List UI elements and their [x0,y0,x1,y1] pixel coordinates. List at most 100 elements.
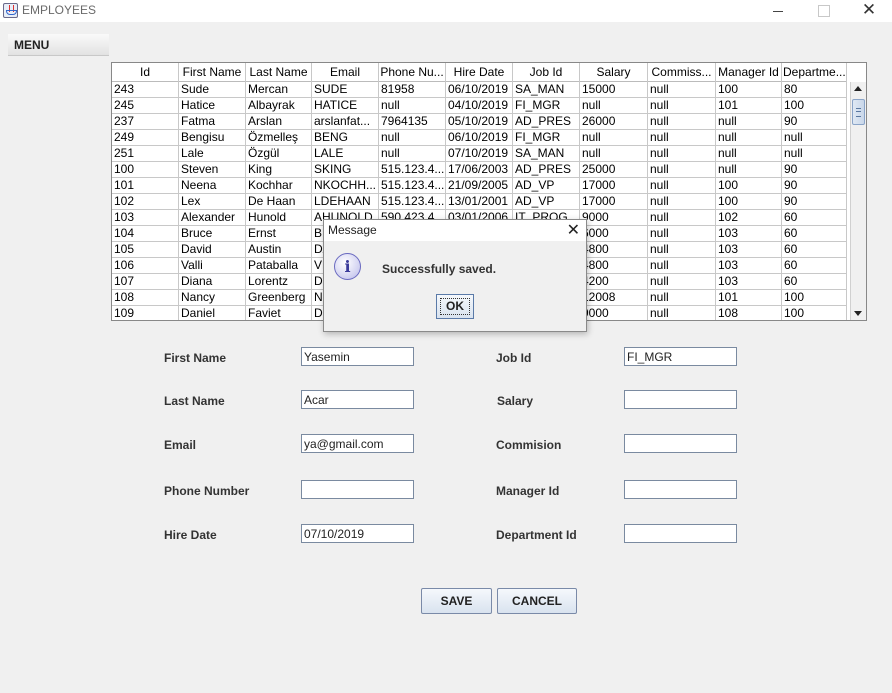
column-header[interactable]: First Name [179,63,246,82]
table-cell: 4800 [580,242,648,258]
email-field[interactable] [301,434,414,453]
table-cell: arslanfat... [312,114,379,130]
save-button[interactable]: SAVE [421,588,492,614]
column-header[interactable]: Last Name [246,63,312,82]
table-cell: 6000 [580,226,648,242]
commision-field[interactable] [624,434,737,453]
table-cell: 243 [112,82,179,98]
table-cell: 90 [782,162,847,178]
scroll-up-icon[interactable] [851,82,866,97]
table-cell: null [379,146,446,162]
department-id-field[interactable] [624,524,737,543]
column-header[interactable]: Hire Date [446,63,513,82]
close-icon[interactable]: ✕ [846,0,892,22]
column-header[interactable]: Manager Id [716,63,782,82]
table-row[interactable]: 101 Neena Kochhar NKOCHH... 515.123.4... 21/0… [112,178,847,194]
table-cell: 102 [716,210,782,226]
manager-id-field[interactable] [624,480,737,499]
table-cell: Hunold [246,210,312,226]
table-row[interactable]: 251 Lale Özgül LALE null 07/10/2019 SA_MAN null… [112,146,847,162]
table-scrollbar[interactable] [850,82,866,320]
column-header[interactable]: Salary [580,63,648,82]
salary-field[interactable] [624,390,737,409]
table-cell: David [179,242,246,258]
table-cell: Steven [179,162,246,178]
table-cell: 7964135 [379,114,446,130]
table-row[interactable]: 100 Steven King SKING 515.123.4... 17/06/2003… [112,162,847,178]
table-cell: 103 [716,242,782,258]
table-cell: De Haan [246,194,312,210]
dialog-title: Message [328,223,377,237]
table-cell: 100 [716,194,782,210]
table-cell: null [580,130,648,146]
phone-number-field[interactable] [301,480,414,499]
table-cell: null [648,258,716,274]
table-cell: AD_VP [513,178,580,194]
job-id-field[interactable] [624,347,737,366]
table-cell: 4800 [580,258,648,274]
cancel-button[interactable]: CANCEL [497,588,577,614]
table-cell: 90 [782,114,847,130]
first-name-label: First Name [164,351,227,365]
ok-button[interactable]: OK [436,294,474,319]
table-cell: Kochhar [246,178,312,194]
table-cell: Bruce [179,226,246,242]
table-cell: null [379,98,446,114]
table-cell: 108 [716,306,782,320]
table-row[interactable]: 243 Sude Mercan SUDE 81958 06/10/2019 SA_MAN 15… [112,82,847,98]
table-cell: 15000 [580,82,648,98]
table-cell: 100 [716,82,782,98]
table-cell: null [648,210,716,226]
table-cell: null [782,146,847,162]
menu-button[interactable]: MENU [8,34,109,56]
commision-label: Commision [496,438,562,452]
table-cell: 60 [782,274,847,290]
info-icon: i [334,253,361,280]
scroll-thumb[interactable] [852,99,865,125]
table-cell: 107 [112,274,179,290]
table-row[interactable]: 237 Fatma Arslan arslanfat... 7964135 05/10/2… [112,114,847,130]
table-cell: 17/06/2003 [446,162,513,178]
table-row[interactable]: 249 Bengisu Özmelleş BENG null 06/10/2019 FI_M… [112,130,847,146]
last-name-field[interactable] [301,390,414,409]
table-cell: 13/01/2001 [446,194,513,210]
first-name-field[interactable] [301,347,414,366]
dialog-close-icon[interactable]: ✕ [567,220,580,240]
table-cell: Daniel [179,306,246,320]
maximize-icon[interactable] [800,0,846,22]
column-header[interactable]: Id [112,63,179,82]
table-cell: SUDE [312,82,379,98]
table-cell: Nancy [179,290,246,306]
table-cell: Diana [179,274,246,290]
table-cell: null [648,242,716,258]
table-cell: Ernst [246,226,312,242]
table-row[interactable]: 102 Lex De Haan LDEHAAN 515.123.4... 13/01/20… [112,194,847,210]
table-cell: 12008 [580,290,648,306]
scroll-down-icon[interactable] [851,306,866,320]
hire-date-field[interactable] [301,524,414,543]
table-cell: 90 [782,178,847,194]
table-cell: Faviet [246,306,312,320]
salary-label: Salary [497,394,534,408]
column-header[interactable]: Phone Nu... [379,63,446,82]
window-title: EMPLOYEES [22,3,97,17]
table-cell: 101 [716,290,782,306]
column-header[interactable]: Commiss... [648,63,716,82]
table-cell: null [648,194,716,210]
window-titlebar: EMPLOYEES ✕ [0,0,892,22]
table-cell: Neena [179,178,246,194]
table-cell: 101 [112,178,179,194]
table-cell: 100 [782,290,847,306]
column-header[interactable]: Departme... [782,63,847,82]
dialog-message: Successfully saved. [382,262,497,276]
table-cell: Sude [179,82,246,98]
table-cell: Hatice [179,98,246,114]
table-row[interactable]: 245 Hatice Albayrak HATICE null 04/10/2019 FI_… [112,98,847,114]
column-header[interactable]: Email [312,63,379,82]
table-cell: 26000 [580,114,648,130]
column-header[interactable]: Job Id [513,63,580,82]
table-cell: Lex [179,194,246,210]
table-cell: SA_MAN [513,146,580,162]
minimize-icon[interactable] [754,0,800,22]
table-cell: null [648,82,716,98]
